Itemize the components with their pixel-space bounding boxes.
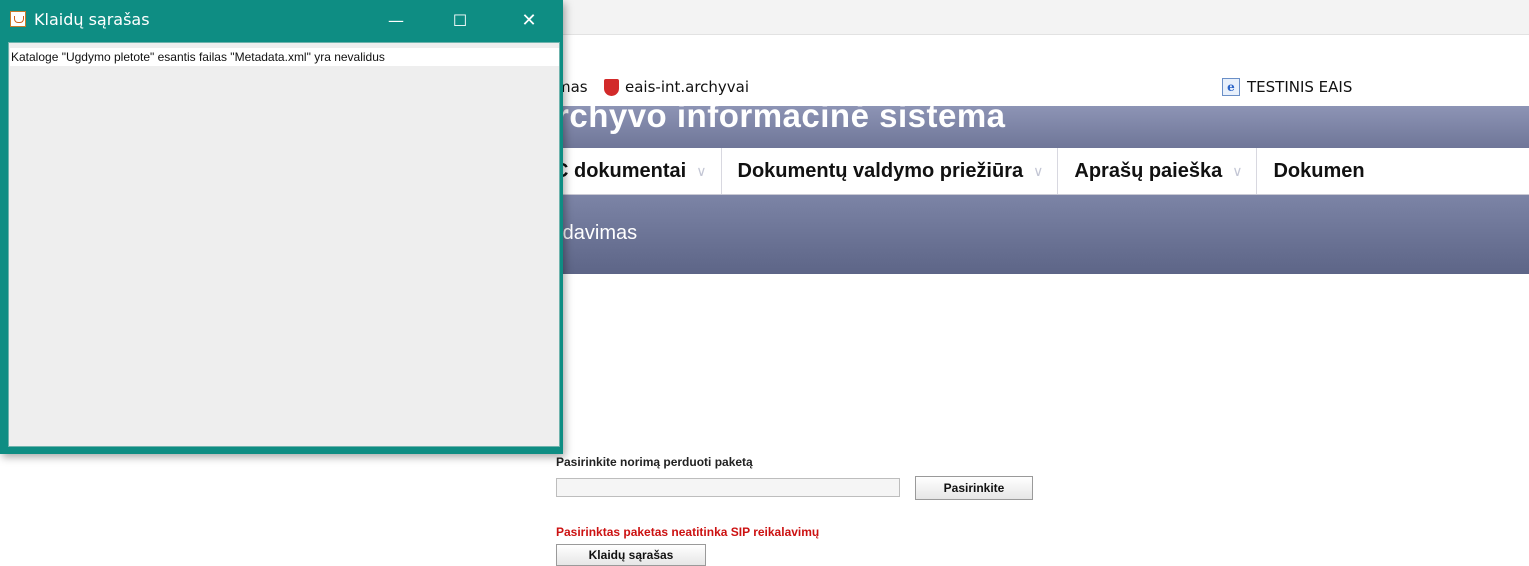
chevron-down-icon: ∨: [696, 162, 707, 179]
favorite-item-eais-int[interactable]: eais-int.archyvai: [604, 78, 749, 96]
main-nav: C dokumentai ∨ Dokumentų valdymo priežiūr…: [548, 148, 1529, 195]
close-button[interactable]: ✕: [506, 0, 552, 40]
internet-explorer-icon: e: [1222, 78, 1240, 96]
chevron-down-icon: ∨: [1033, 162, 1044, 179]
nav-item-description-search[interactable]: Aprašų paieška ∨: [1058, 148, 1258, 194]
page-subheader: rdavimas: [548, 195, 1529, 274]
nav-item-documents[interactable]: C dokumentai ∨: [548, 148, 722, 194]
error-list-button[interactable]: Klaidų sąrašas: [556, 544, 706, 566]
dialog-title: Klaidų sąrašas: [34, 10, 150, 29]
list-item[interactable]: Kataloge "Ugdymo pletote" esantis failas…: [10, 48, 559, 66]
chevron-down-icon: ∨: [1232, 162, 1243, 179]
nav-item-documents-more[interactable]: Dokumen: [1257, 148, 1378, 194]
choose-package-button[interactable]: Pasirinkite: [915, 476, 1033, 500]
error-list-dialog: Klaidų sąrašas — ☐ ✕ Kataloge "Ugdymo pl…: [0, 0, 563, 454]
dialog-titlebar[interactable]: Klaidų sąrašas — ☐ ✕: [0, 0, 563, 40]
package-file-field[interactable]: [556, 478, 900, 497]
page-title: rdavimas: [556, 222, 638, 244]
validation-error-message: Pasirinktas paketas neatitinka SIP reika…: [556, 525, 820, 539]
error-list: Kataloge "Ugdymo pletote" esantis failas…: [8, 42, 560, 447]
maximize-button[interactable]: ☐: [437, 0, 483, 40]
site-title: rchyvo informacinė sistema: [556, 106, 1006, 134]
nav-item-document-management[interactable]: Dokumentų valdymo priežiūra ∨: [722, 148, 1059, 194]
site-header: rchyvo informacinė sistema: [548, 106, 1529, 148]
favorite-item-testinis-eais[interactable]: e TESTINIS EAIS: [1222, 78, 1352, 96]
minimize-button[interactable]: —: [373, 0, 419, 40]
java-app-icon: [10, 11, 26, 27]
coat-of-arms-icon: [604, 78, 619, 96]
package-select-label: Pasirinkite norimą perduoti paketą: [556, 455, 753, 469]
